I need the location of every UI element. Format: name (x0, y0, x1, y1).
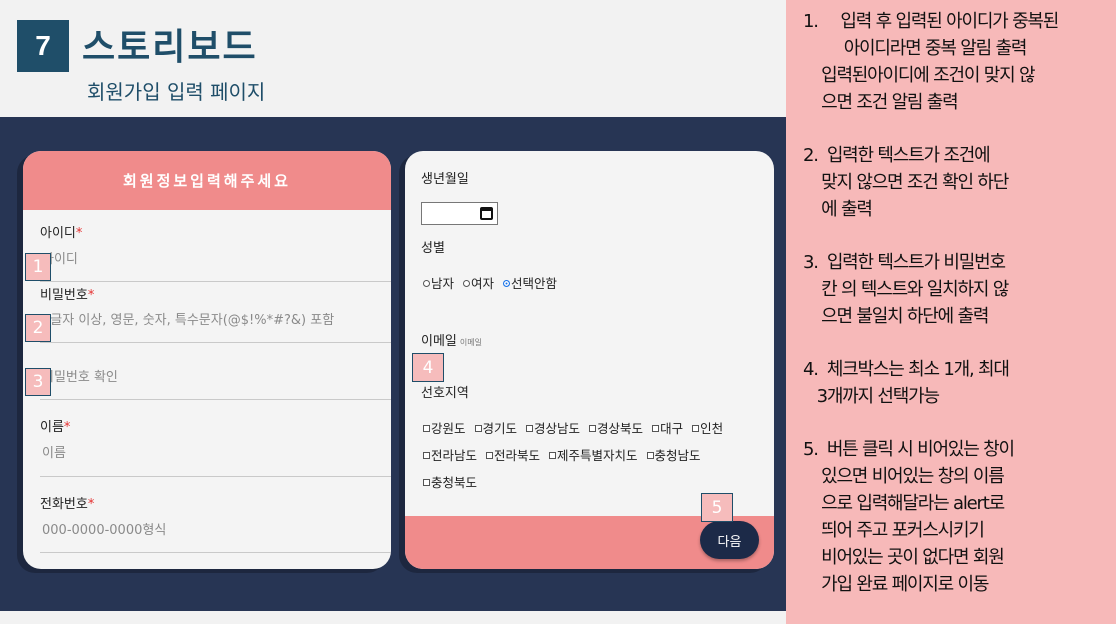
password-divider (40, 342, 391, 343)
phone-label: 전화번호* (40, 497, 95, 512)
name-divider (40, 476, 391, 477)
password-confirm-divider (40, 399, 391, 400)
gender-label: 성별 (421, 241, 445, 256)
region-checkbox[interactable]: 제주특별자치도 (549, 445, 638, 464)
note-item: 4. 체크박스는 최소 1개, 최대 3개까지 선택가능 (803, 359, 1010, 407)
password-label: 비밀번호* (40, 288, 95, 303)
id-input[interactable] (40, 248, 390, 270)
region-checkbox[interactable]: 전라북도 (486, 445, 540, 464)
password-confirm-input[interactable] (40, 366, 390, 388)
member-info-header: 회원정보입력해주세요 (23, 151, 391, 210)
region-checkbox-row-1: 강원도 경기도 경상남도 경상북도 대구 인천 (423, 418, 732, 437)
note-item: 1. 입력 후 입력된 아이디가 중복된 아이디라면 중복 알림 출력 입력된아… (803, 11, 1059, 113)
gender-option-none[interactable]: 선택안함 (503, 273, 557, 292)
email-label: 이메일 이메일 (421, 334, 482, 349)
region-checkbox-row-2: 전라남도 전라북도 제주특별자치도 충청남도 (423, 445, 710, 464)
annotation-marker-4: 4 (412, 353, 444, 382)
slide-number-badge: 7 (17, 20, 69, 72)
region-checkbox[interactable]: 강원도 (423, 418, 466, 437)
phone-divider (40, 552, 391, 553)
name-label: 이름* (40, 420, 71, 435)
region-label: 선호지역 (421, 386, 469, 401)
storyboard-notes-panel: 1. 입력 후 입력된 아이디가 중복된 아이디라면 중복 알림 출력 입력된아… (786, 0, 1116, 624)
note-item: 3. 입력한 텍스트가 비밀번호 칸 의 텍스트와 일치하지 않 으면 불일치 … (803, 252, 1009, 327)
birthdate-input[interactable] (421, 202, 498, 225)
region-checkbox[interactable]: 인천 (692, 418, 723, 437)
email-input[interactable]: 이메일 (460, 338, 482, 347)
id-label: 아이디* (40, 226, 83, 241)
calendar-icon[interactable] (480, 207, 493, 220)
gender-radio-group: 남자 여자 선택안함 (423, 273, 566, 292)
note-item: 5. 버튼 클릭 시 비어있는 창이 있으면 비어있는 창의 이름 으로 입력해… (803, 439, 1015, 595)
phone-input[interactable] (40, 519, 390, 541)
gender-option-female[interactable]: 여자 (463, 273, 494, 292)
password-input[interactable] (40, 309, 390, 331)
annotation-marker-5: 5 (701, 493, 733, 522)
annotation-marker-2: 2 (25, 314, 51, 342)
note-item: 2. 입력한 텍스트가 조건에 맞지 않으면 조건 확인 하단 에 출력 (803, 145, 1009, 220)
region-checkbox[interactable]: 전라남도 (423, 445, 477, 464)
slide-subtitle: 회원가입 입력 페이지 (87, 80, 266, 104)
region-checkbox[interactable]: 충청북도 (423, 472, 477, 491)
id-divider (40, 281, 391, 282)
region-checkbox[interactable]: 충청남도 (646, 445, 701, 464)
region-checkbox[interactable]: 대구 (652, 418, 683, 437)
name-input[interactable] (40, 442, 390, 464)
annotation-marker-3: 3 (25, 368, 51, 396)
region-checkbox[interactable]: 경상북도 (589, 418, 643, 437)
birthdate-label: 생년월일 (421, 172, 469, 187)
slide-title: 스토리보드 (82, 27, 258, 68)
region-checkbox-row-3: 충청북도 (423, 472, 486, 491)
next-button[interactable]: 다음 (700, 521, 759, 559)
annotation-marker-1: 1 (25, 253, 51, 281)
gender-option-male[interactable]: 남자 (423, 273, 454, 292)
region-checkbox[interactable]: 경상남도 (526, 418, 580, 437)
region-checkbox[interactable]: 경기도 (474, 418, 517, 437)
member-info-card: 회원정보입력해주세요 아이디* 비밀번호* 이름* 전화번호* (23, 151, 391, 569)
